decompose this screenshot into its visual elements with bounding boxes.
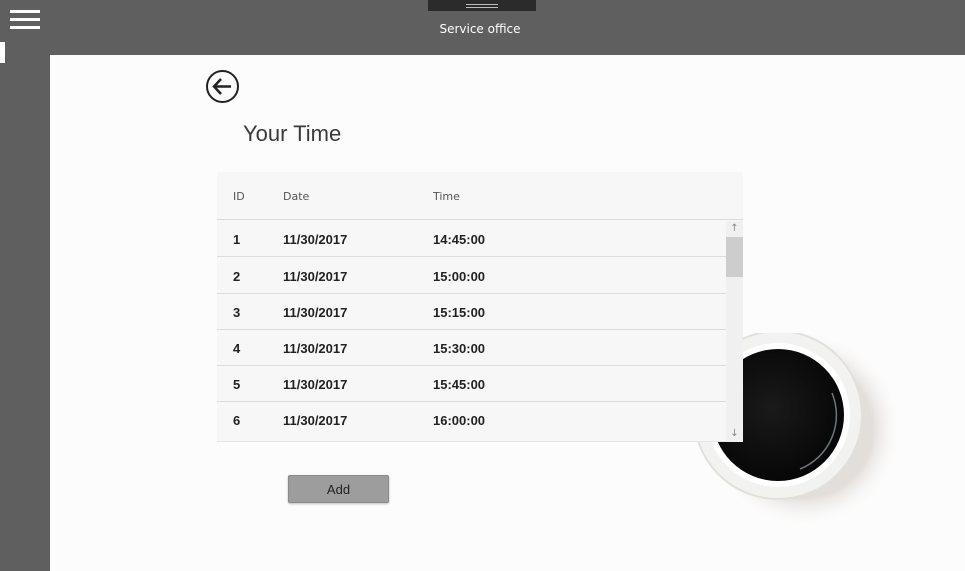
cell-time: 15:30:00: [433, 341, 486, 356]
scrollbar-thumb[interactable]: [726, 237, 743, 277]
cell-date: 11/30/2017: [283, 377, 348, 392]
cell-time: 14:45:00: [433, 232, 486, 247]
column-header-time[interactable]: Time: [433, 190, 460, 203]
table-row[interactable]: 6 11/30/2017 16:00:00: [217, 402, 726, 438]
time-table: ID Date Time 1 11/30/2017 14:45:00 2 11/…: [217, 172, 743, 442]
table-row[interactable]: 1 11/30/2017 14:45:00: [217, 221, 726, 257]
cell-id: 1: [233, 232, 241, 247]
title-bar: Service office: [0, 0, 965, 63]
cell-id: 5: [233, 377, 241, 392]
cell-date: 11/30/2017: [283, 413, 348, 428]
hamburger-menu-icon[interactable]: [10, 10, 40, 32]
cell-time: 15:15:00: [433, 305, 486, 320]
page-title: Your Time: [243, 121, 342, 146]
column-header-date[interactable]: Date: [283, 190, 309, 203]
table-scrollbar[interactable]: ↑ ↓: [726, 221, 743, 442]
cell-id: 6: [233, 413, 241, 428]
cell-time: 15:00:00: [433, 269, 486, 284]
back-arrow-icon: [206, 70, 239, 103]
cell-id: 3: [233, 305, 241, 320]
table-row[interactable]: 2 11/30/2017 15:00:00: [217, 258, 726, 294]
arrow-down-icon[interactable]: ↓: [726, 426, 743, 442]
cell-id: 4: [233, 341, 241, 356]
cell-date: 11/30/2017: [283, 305, 348, 320]
back-button[interactable]: [205, 69, 240, 104]
table-row[interactable]: 4 11/30/2017 15:30:00: [217, 330, 726, 366]
cell-date: 11/30/2017: [283, 341, 348, 356]
app-title: Service office: [439, 22, 521, 36]
main-content: Your Time ID Date Time 1 11/30/2017 14:4…: [50, 55, 965, 571]
table-row[interactable]: 3 11/30/2017 15:15:00: [217, 294, 726, 330]
window-grab-handle[interactable]: [428, 0, 536, 11]
cell-id: 2: [233, 269, 241, 284]
nav-selection-indicator: [0, 42, 5, 63]
cell-time: 15:45:00: [433, 377, 486, 392]
arrow-up-icon[interactable]: ↑: [726, 221, 743, 237]
table-header: ID Date Time: [217, 172, 743, 220]
cell-date: 11/30/2017: [283, 269, 348, 284]
table-row[interactable]: 5 11/30/2017 15:45:00: [217, 366, 726, 402]
column-header-id[interactable]: ID: [233, 190, 245, 203]
cell-date: 11/30/2017: [283, 232, 348, 247]
cell-time: 16:00:00: [433, 413, 486, 428]
add-button[interactable]: Add: [288, 475, 389, 503]
